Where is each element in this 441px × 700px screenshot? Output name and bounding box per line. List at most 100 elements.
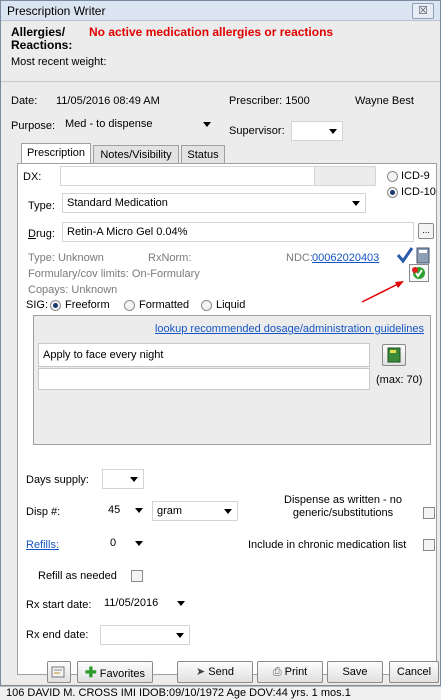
template-button[interactable] <box>47 661 71 683</box>
purpose-label: Purpose: <box>11 120 56 132</box>
sig-freeform-label: Freeform <box>65 299 110 311</box>
book-icon <box>387 347 401 363</box>
send-button[interactable]: ➤ Send <box>177 661 253 683</box>
chronic-checkbox[interactable] <box>423 539 435 551</box>
print-button[interactable]: ⎙ Print <box>257 661 323 683</box>
red-arrow-annotation-icon <box>361 281 404 303</box>
send-label: Send <box>208 666 234 678</box>
lookup-dosage-link[interactable]: lookup recommended dosage/administration… <box>155 323 424 335</box>
tab-status[interactable]: Status <box>181 145 225 165</box>
disp-unit-select[interactable]: gram <box>152 501 238 521</box>
save-button[interactable]: Save <box>327 661 383 683</box>
refills-select[interactable]: 0 <box>102 534 148 554</box>
allergy-banner: Allergies/ Reactions: No active medicati… <box>1 22 440 82</box>
icd10-label: ICD-10 <box>401 186 436 198</box>
prescription-panel: DX: ICD-9 ICD-10 Type: Standard Medicati… <box>17 163 437 675</box>
dx-code-field[interactable] <box>314 166 376 186</box>
icd9-radio[interactable] <box>387 171 398 182</box>
drug-field[interactable]: Retin-A Micro Gel 0.04% <box>62 222 414 242</box>
chevron-down-icon <box>130 477 138 482</box>
prescription-writer-window: Prescription Writer ☒ Allergies/ Reactio… <box>0 0 441 686</box>
disp-unit-value: gram <box>157 505 183 517</box>
favorites-button[interactable]: ✚ Favorites <box>77 661 153 683</box>
plus-icon: ✚ <box>84 664 97 680</box>
refill-as-needed-checkbox[interactable] <box>131 570 143 582</box>
allergies-label: Allergies/ <box>11 25 66 39</box>
allergy-status: No active medication allergies or reacti… <box>89 25 334 39</box>
disp-qty-select[interactable]: 45 <box>102 501 148 521</box>
formulary-status-icon <box>412 267 425 279</box>
purpose-value: Med - to dispense <box>65 118 153 130</box>
sig-text-field-2[interactable] <box>38 368 370 390</box>
type-label: Type: <box>28 200 55 212</box>
type-info: Type: Unknown <box>28 252 104 264</box>
chevron-down-icon <box>176 633 184 638</box>
daw-checkbox[interactable] <box>423 507 435 519</box>
rx-end-select[interactable] <box>100 625 190 645</box>
type-select[interactable]: Standard Medication <box>62 193 366 213</box>
disp-label: Disp #: <box>26 506 61 518</box>
date-label: Date: <box>11 95 38 107</box>
tab-notes-label: Notes/Visibility <box>100 149 172 161</box>
weight-label: Most recent weight: <box>11 56 107 68</box>
chevron-down-icon <box>329 129 337 134</box>
tab-prescription-label: Prescription <box>26 147 86 159</box>
formulary-info: Formulary/cov limits: On-Formulary <box>28 268 200 280</box>
sig-liquid-radio[interactable] <box>201 300 212 311</box>
refill-as-needed-label: Refill as needed <box>38 570 117 582</box>
printer-icon: ⎙ <box>272 666 282 678</box>
title-bar: Prescription Writer ☒ <box>1 1 440 21</box>
drug-browse-button[interactable]: ... <box>418 223 434 239</box>
disp-qty-value: 45 <box>108 504 121 516</box>
daw-label-line1: Dispense as written - no <box>284 494 402 506</box>
verify-check-icon[interactable] <box>396 246 414 264</box>
chevron-down-icon <box>135 508 143 513</box>
supervisor-select[interactable] <box>291 121 343 141</box>
rx-start-select[interactable]: 11/05/2016 <box>100 594 190 614</box>
prescriber-name: Wayne Best <box>355 95 414 107</box>
refills-value: 0 <box>110 537 117 549</box>
template-icon <box>51 666 65 678</box>
tab-prescription[interactable]: Prescription <box>21 143 91 164</box>
favorites-label: Favorites <box>99 668 146 680</box>
sig-formatted-label: Formatted <box>139 299 190 311</box>
window-title: Prescription Writer <box>7 4 106 18</box>
refills-link[interactable]: Refills: <box>26 539 59 551</box>
rx-start-label: Rx start date: <box>26 599 92 611</box>
copays-info: Copays: Unknown <box>28 284 118 296</box>
print-label: Print <box>284 666 308 678</box>
save-label: Save <box>342 666 368 678</box>
tab-notes-visibility[interactable]: Notes/Visibility <box>93 145 179 165</box>
chevron-down-icon <box>135 541 143 546</box>
supervisor-label: Supervisor: <box>229 125 285 137</box>
rx-start-value: 11/05/2016 <box>104 597 159 609</box>
sig-text-value: Apply to face every night <box>43 349 164 361</box>
calculator-icon[interactable] <box>414 246 432 264</box>
dx-select[interactable] <box>60 166 330 186</box>
cancel-button[interactable]: Cancel <box>389 661 439 683</box>
rx-end-label: Rx end date: <box>26 629 89 641</box>
chevron-down-icon <box>203 122 211 127</box>
reactions-label: Reactions: <box>11 38 73 52</box>
days-supply-label: Days supply: <box>26 474 89 486</box>
sig-book-button[interactable] <box>382 344 406 366</box>
dx-label: DX: <box>23 171 42 183</box>
rxnorm-label: RxNorm: <box>148 252 192 264</box>
sig-max-label: (max: 70) <box>376 374 423 386</box>
ndc-link[interactable]: 00062020403 <box>312 252 379 264</box>
sig-formatted-radio[interactable] <box>124 300 135 311</box>
days-supply-select[interactable] <box>102 469 144 489</box>
sig-text-field[interactable]: Apply to face every night <box>38 343 370 367</box>
chevron-down-icon <box>177 601 185 606</box>
send-icon: ➤ <box>196 666 206 678</box>
formulary-check-button[interactable] <box>409 264 429 282</box>
chronic-label: Include in chronic medication list <box>248 539 407 551</box>
date-value: 11/05/2016 08:49 AM <box>56 95 160 107</box>
drug-value: Retin-A Micro Gel 0.04% <box>67 226 188 238</box>
sig-freeform-radio[interactable] <box>50 300 61 311</box>
close-button[interactable]: ☒ <box>412 3 434 19</box>
ndc-label: NDC: <box>286 252 313 264</box>
purpose-select[interactable]: Med - to dispense <box>61 115 216 135</box>
icd10-radio[interactable] <box>387 187 398 198</box>
sig-label: SIG: <box>26 299 49 311</box>
